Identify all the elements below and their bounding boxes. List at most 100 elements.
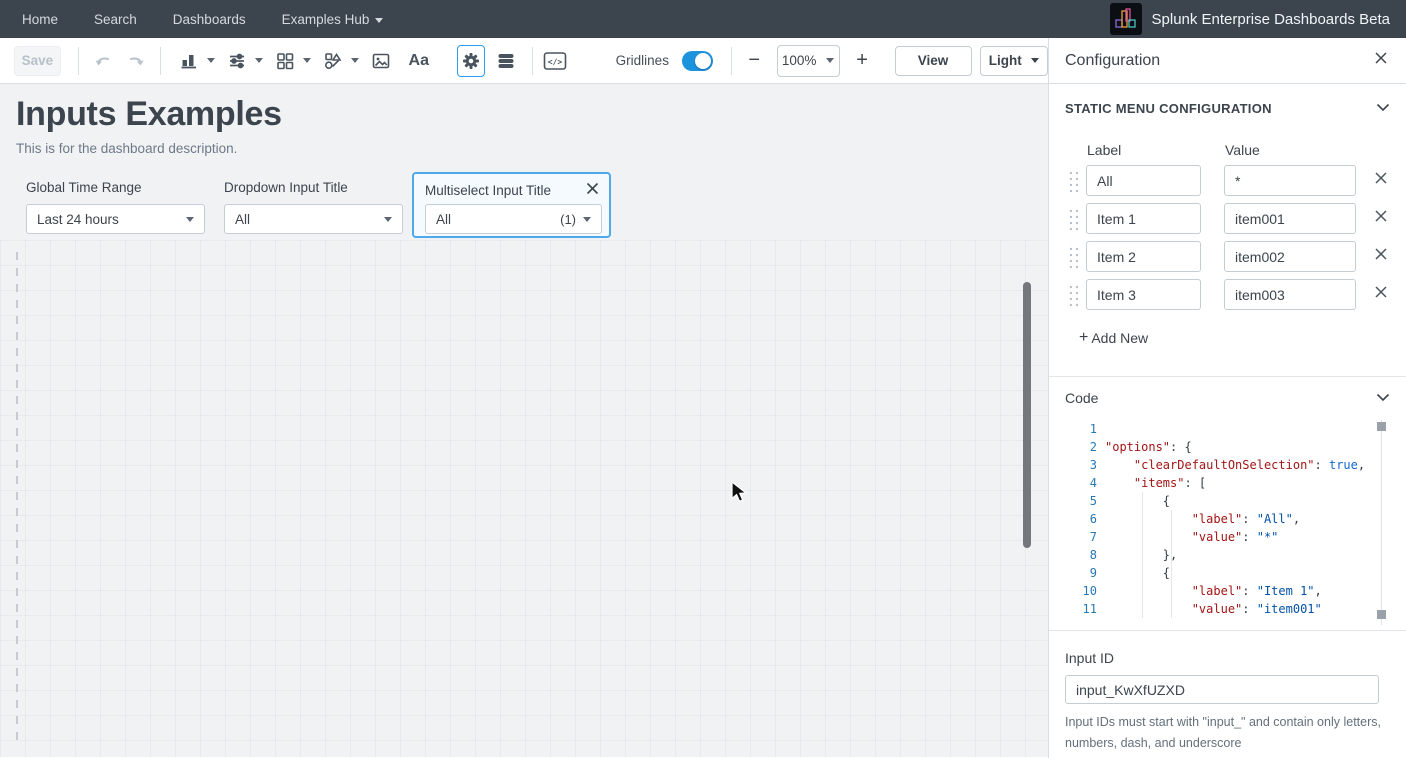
drag-handle-icon[interactable] — [1067, 244, 1078, 270]
code-line: 6 "label": "All", — [1065, 510, 1390, 528]
chevron-down-icon[interactable] — [351, 58, 359, 63]
drag-handle-icon[interactable] — [1067, 206, 1078, 232]
row-value-input[interactable] — [1224, 203, 1356, 234]
delete-row-icon[interactable] — [1372, 169, 1390, 192]
edit-toolbar: Save — [0, 38, 1048, 84]
brand: Splunk Enterprise Dashboards Beta — [1110, 3, 1406, 35]
chevron-down-icon — [384, 217, 392, 222]
canvas-scrollbar-thumb[interactable] — [1023, 282, 1031, 548]
add-new-button[interactable]: + Add New — [1079, 329, 1148, 347]
chevron-down-icon[interactable] — [303, 58, 311, 63]
add-shape-icon[interactable] — [317, 45, 349, 77]
nav-item-home[interactable]: Home — [22, 12, 58, 27]
view-button[interactable]: View — [895, 46, 972, 76]
indent-guide — [1142, 492, 1143, 618]
code-resize-handle[interactable] — [1377, 610, 1386, 619]
row-label-input[interactable] — [1086, 165, 1201, 196]
gridlines-label: Gridlines — [616, 53, 669, 68]
source-code-icon[interactable]: </> — [541, 45, 569, 77]
chevron-down-icon — [375, 18, 383, 23]
add-input-icon[interactable] — [221, 45, 253, 77]
close-panel-icon[interactable] — [1372, 49, 1390, 72]
theme-dropdown-button[interactable]: Light — [980, 46, 1048, 76]
dropdown-input: Dropdown Input Title All — [224, 180, 403, 234]
menu-row — [1065, 279, 1390, 310]
canvas-edge-guide — [16, 252, 18, 746]
column-headers: Label Value — [1065, 142, 1390, 158]
undo-icon[interactable] — [89, 45, 117, 77]
configuration-mode-icon[interactable] — [457, 45, 485, 77]
multiselect-input-selected[interactable]: Multiselect Input Title All (1) — [412, 172, 611, 238]
chevron-down-icon — [826, 58, 834, 63]
time-range-dropdown[interactable]: Last 24 hours — [26, 204, 205, 234]
row-value-input[interactable] — [1224, 279, 1356, 310]
zoom-out-button[interactable]: − — [744, 49, 765, 72]
save-button[interactable]: Save — [14, 46, 61, 76]
input-label: Multiselect Input Title — [425, 183, 551, 198]
redo-icon[interactable] — [122, 45, 150, 77]
remove-input-icon[interactable] — [584, 180, 601, 202]
dashboard-canvas[interactable]: Inputs Examples This is for the dashboar… — [0, 84, 1048, 757]
chevron-down-icon — [186, 217, 194, 222]
splunk-logo-icon — [1110, 3, 1142, 35]
chevron-down-icon[interactable] — [255, 58, 263, 63]
gridlines-toggle[interactable] — [682, 51, 713, 71]
indent-guide — [1171, 510, 1172, 618]
configuration-header: Configuration — [1049, 38, 1406, 84]
multiselect-select[interactable]: All (1) — [425, 204, 602, 234]
add-image-icon[interactable] — [365, 45, 397, 77]
nav-item-search[interactable]: Search — [94, 12, 137, 27]
panel-title: Configuration — [1065, 52, 1160, 70]
chevron-down-icon[interactable] — [207, 58, 215, 63]
nav-item-examples-hub[interactable]: Examples Hub — [282, 12, 384, 27]
row-value-input[interactable] — [1224, 241, 1356, 272]
add-chart-icon[interactable] — [173, 45, 205, 77]
chevron-down-icon[interactable] — [1376, 99, 1390, 117]
theme-label: Light — [989, 53, 1022, 68]
menu-row — [1065, 165, 1390, 196]
nav-items: Home Search Dashboards Examples Hub — [0, 12, 383, 27]
code-line: 1 — [1065, 420, 1390, 438]
nav-item-dashboards[interactable]: Dashboards — [173, 12, 246, 27]
dropdown-value: All — [235, 212, 250, 227]
code-line: 2"options": { — [1065, 438, 1390, 456]
row-label-input[interactable] — [1086, 279, 1201, 310]
input-id-field[interactable] — [1065, 675, 1379, 704]
dashboard-description: This is for the dashboard description. — [16, 141, 237, 156]
code-lines: 12"options": {3 "clearDefaultOnSelection… — [1065, 420, 1390, 618]
data-sources-icon[interactable] — [493, 45, 521, 77]
svg-text:</>: </> — [548, 57, 563, 66]
app-title: Splunk Enterprise Dashboards Beta — [1152, 11, 1390, 28]
zoom-in-button[interactable]: + — [852, 49, 873, 72]
zoom-level-dropdown[interactable]: 100% — [777, 45, 840, 77]
static-menu-configuration-section: STATIC MENU CONFIGURATION Label Value — [1049, 84, 1406, 376]
code-line: 4 "items": [ — [1065, 474, 1390, 492]
drag-handle-icon[interactable] — [1067, 282, 1078, 308]
menu-row — [1065, 241, 1390, 272]
delete-row-icon[interactable] — [1372, 207, 1390, 230]
code-section: Code 12"options": {3 "clearDefaultOnSele… — [1049, 376, 1406, 630]
menu-row — [1065, 203, 1390, 234]
chevron-down-icon[interactable] — [1376, 389, 1390, 407]
multiselect-count: (1) — [560, 212, 576, 227]
code-line: 3 "clearDefaultOnSelection": true, — [1065, 456, 1390, 474]
divider — [160, 47, 161, 75]
delete-row-icon[interactable] — [1372, 245, 1390, 268]
drag-handle-icon[interactable] — [1067, 168, 1078, 194]
section-header[interactable]: Code — [1065, 389, 1390, 407]
code-line: 8 }, — [1065, 546, 1390, 564]
row-label-input[interactable] — [1086, 241, 1201, 272]
section-header[interactable]: STATIC MENU CONFIGURATION — [1065, 99, 1390, 117]
add-text-icon[interactable]: Aa — [403, 45, 435, 77]
time-range-value: Last 24 hours — [37, 212, 119, 227]
code-editor[interactable]: 12"options": {3 "clearDefaultOnSelection… — [1065, 420, 1390, 625]
row-label-input[interactable] — [1086, 203, 1201, 234]
layout-grid-icon[interactable] — [269, 45, 301, 77]
value-column-header: Value — [1225, 142, 1260, 158]
delete-row-icon[interactable] — [1372, 283, 1390, 306]
canvas-gridlines — [0, 240, 1048, 757]
code-scrollbar-thumb[interactable] — [1377, 422, 1386, 431]
dropdown-select[interactable]: All — [224, 204, 403, 234]
code-line: 11 "value": "item001" — [1065, 600, 1390, 618]
row-value-input[interactable] — [1224, 165, 1356, 196]
